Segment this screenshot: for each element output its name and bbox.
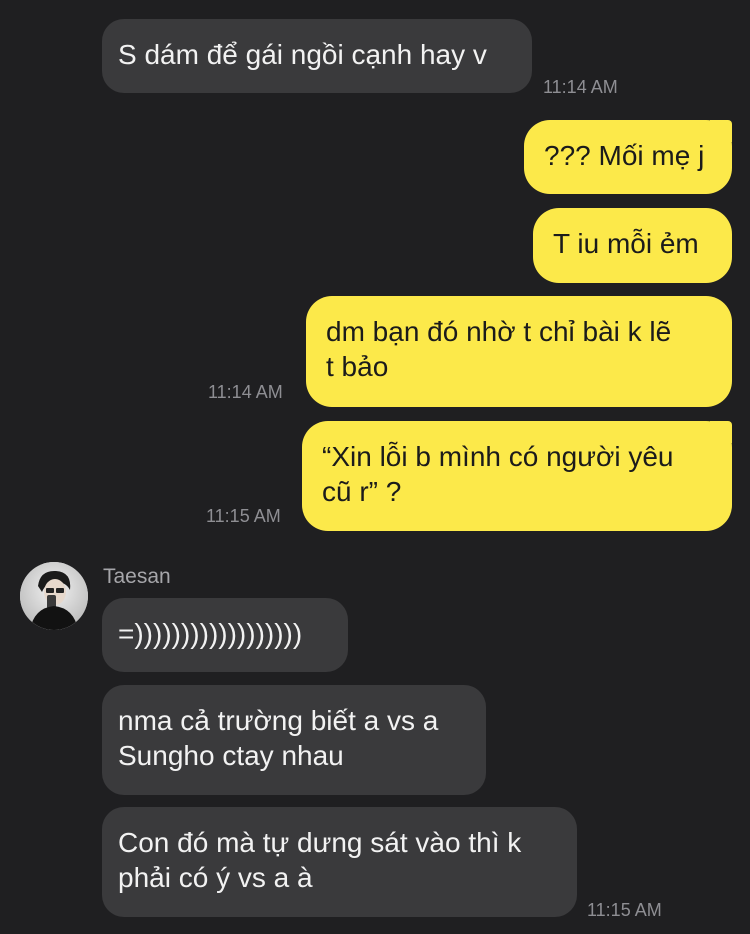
message-timestamp: 11:15 AM (587, 900, 662, 920)
message-bubble-incoming[interactable]: S dám để gái ngồi cạnh hay v (102, 19, 532, 93)
message-bubble-incoming[interactable]: Con đó mà tự dưng sát vào thì k phải có … (102, 807, 577, 917)
message-bubble-incoming[interactable]: =)))))))))))))))))) (102, 598, 348, 672)
message-bubble-incoming[interactable]: nma cả trường biết a vs a Sungho ctay nh… (102, 685, 486, 795)
sender-name: Taesan (103, 565, 171, 588)
message-timestamp: 11:14 AM (208, 382, 283, 402)
message-timestamp: 11:14 AM (543, 77, 618, 97)
profile-photo-icon (20, 562, 88, 630)
message-timestamp: 11:15 AM (206, 506, 281, 526)
message-bubble-outgoing[interactable]: “Xin lỗi b mình có người yêu cũ r” ? (302, 421, 732, 531)
message-bubble-outgoing[interactable]: dm bạn đó nhờ t chỉ bài k lẽ t bảo (306, 296, 732, 407)
message-bubble-outgoing[interactable]: ??? Mối mẹ j (524, 120, 732, 194)
message-bubble-outgoing[interactable]: T iu mỗi ẻm (533, 208, 732, 283)
chat-screen: S dám để gái ngồi cạnh hay v 11:14 AM ??… (0, 0, 750, 934)
sender-avatar[interactable] (20, 562, 88, 630)
